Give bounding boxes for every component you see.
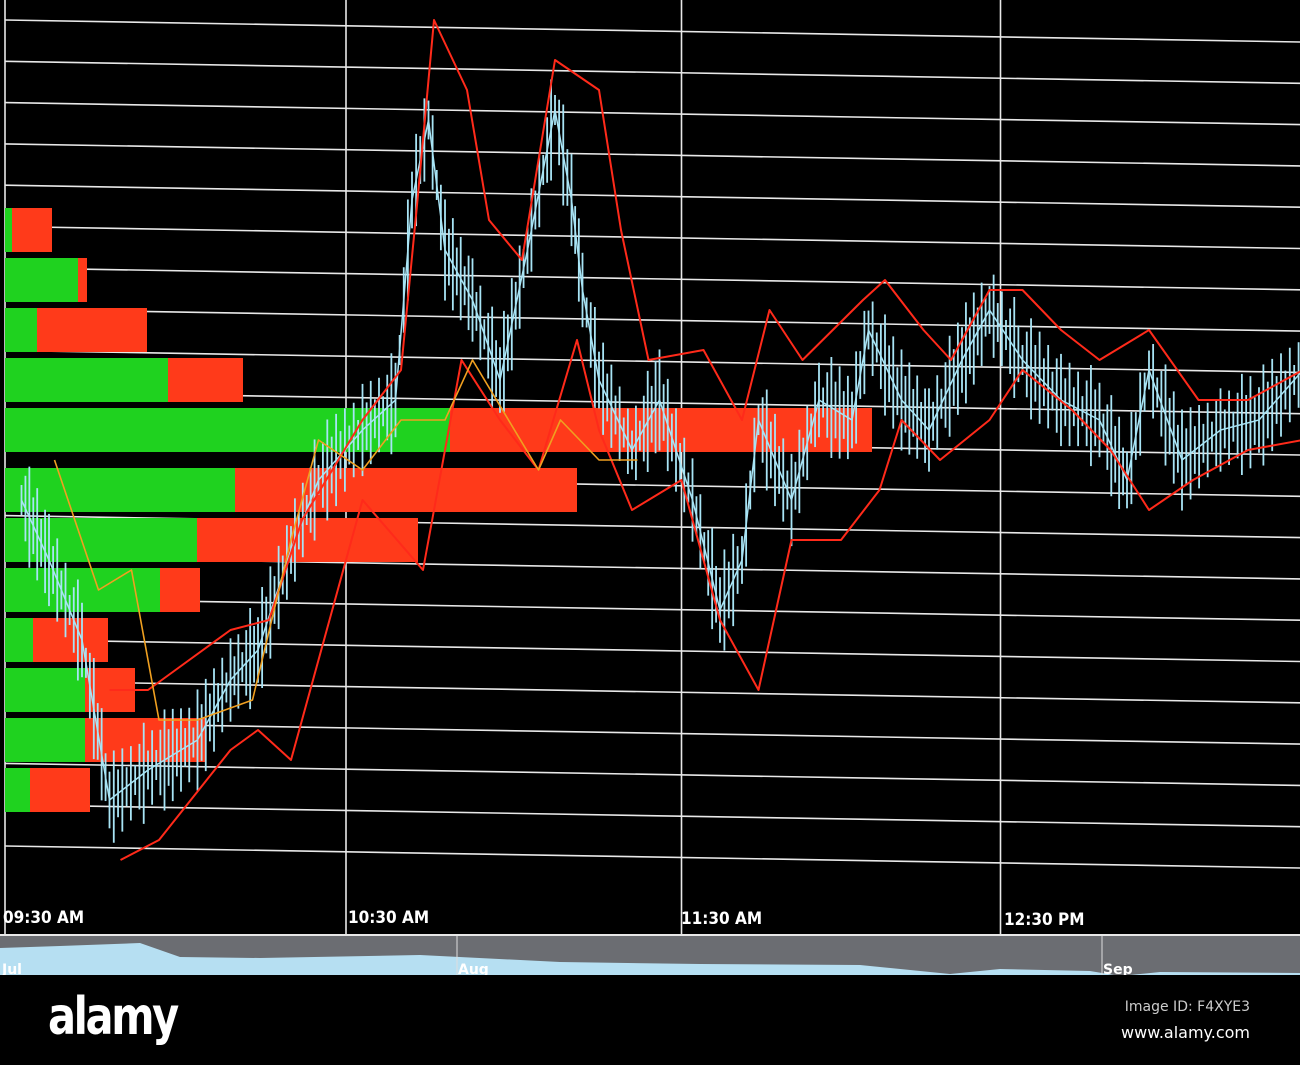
volume-bar-buy	[5, 718, 85, 762]
volume-bar-sell	[235, 468, 577, 512]
volume-bar-buy	[5, 308, 37, 352]
volume-bar-sell	[85, 718, 205, 762]
site-url: www.alamy.com	[1121, 1023, 1250, 1042]
volume-bar-sell	[450, 408, 872, 452]
navigator-label: Sep	[1103, 962, 1133, 975]
volume-bar-sell	[37, 308, 147, 352]
x-tick-label: 09:30 AM	[3, 908, 84, 928]
watermark-footer: alamy Image ID: F4XYE3 www.alamy.com	[0, 975, 1300, 1065]
volume-bar-buy	[5, 258, 78, 302]
x-tick-label: 10:30 AM	[348, 908, 429, 928]
volume-bar-sell	[160, 568, 200, 612]
volume-bar-buy	[5, 208, 12, 252]
x-tick-label: 12:30 PM	[1004, 910, 1084, 930]
volume-bar-buy	[5, 468, 235, 512]
volume-bar-sell	[78, 258, 87, 302]
navigator[interactable]: Jul Aug Sep	[0, 936, 1300, 975]
navigator-label: Aug	[458, 962, 489, 975]
volume-bar-sell	[30, 768, 90, 812]
volume-bar-sell	[168, 358, 243, 402]
navigator-label: Jul	[1, 962, 22, 975]
volume-bar-buy	[5, 768, 30, 812]
image-id: Image ID: F4XYE3	[1124, 999, 1250, 1015]
volume-bar-buy	[5, 668, 85, 712]
volume-bar-buy	[5, 358, 168, 402]
volume-bar-buy	[5, 618, 33, 662]
volume-bar-sell	[12, 208, 52, 252]
price-chart: 09:30 AM 10:30 AM 11:30 AM 12:30 PM Jul …	[0, 0, 1300, 975]
alamy-logo: alamy	[48, 987, 179, 1047]
x-tick-label: 11:30 AM	[681, 909, 762, 929]
